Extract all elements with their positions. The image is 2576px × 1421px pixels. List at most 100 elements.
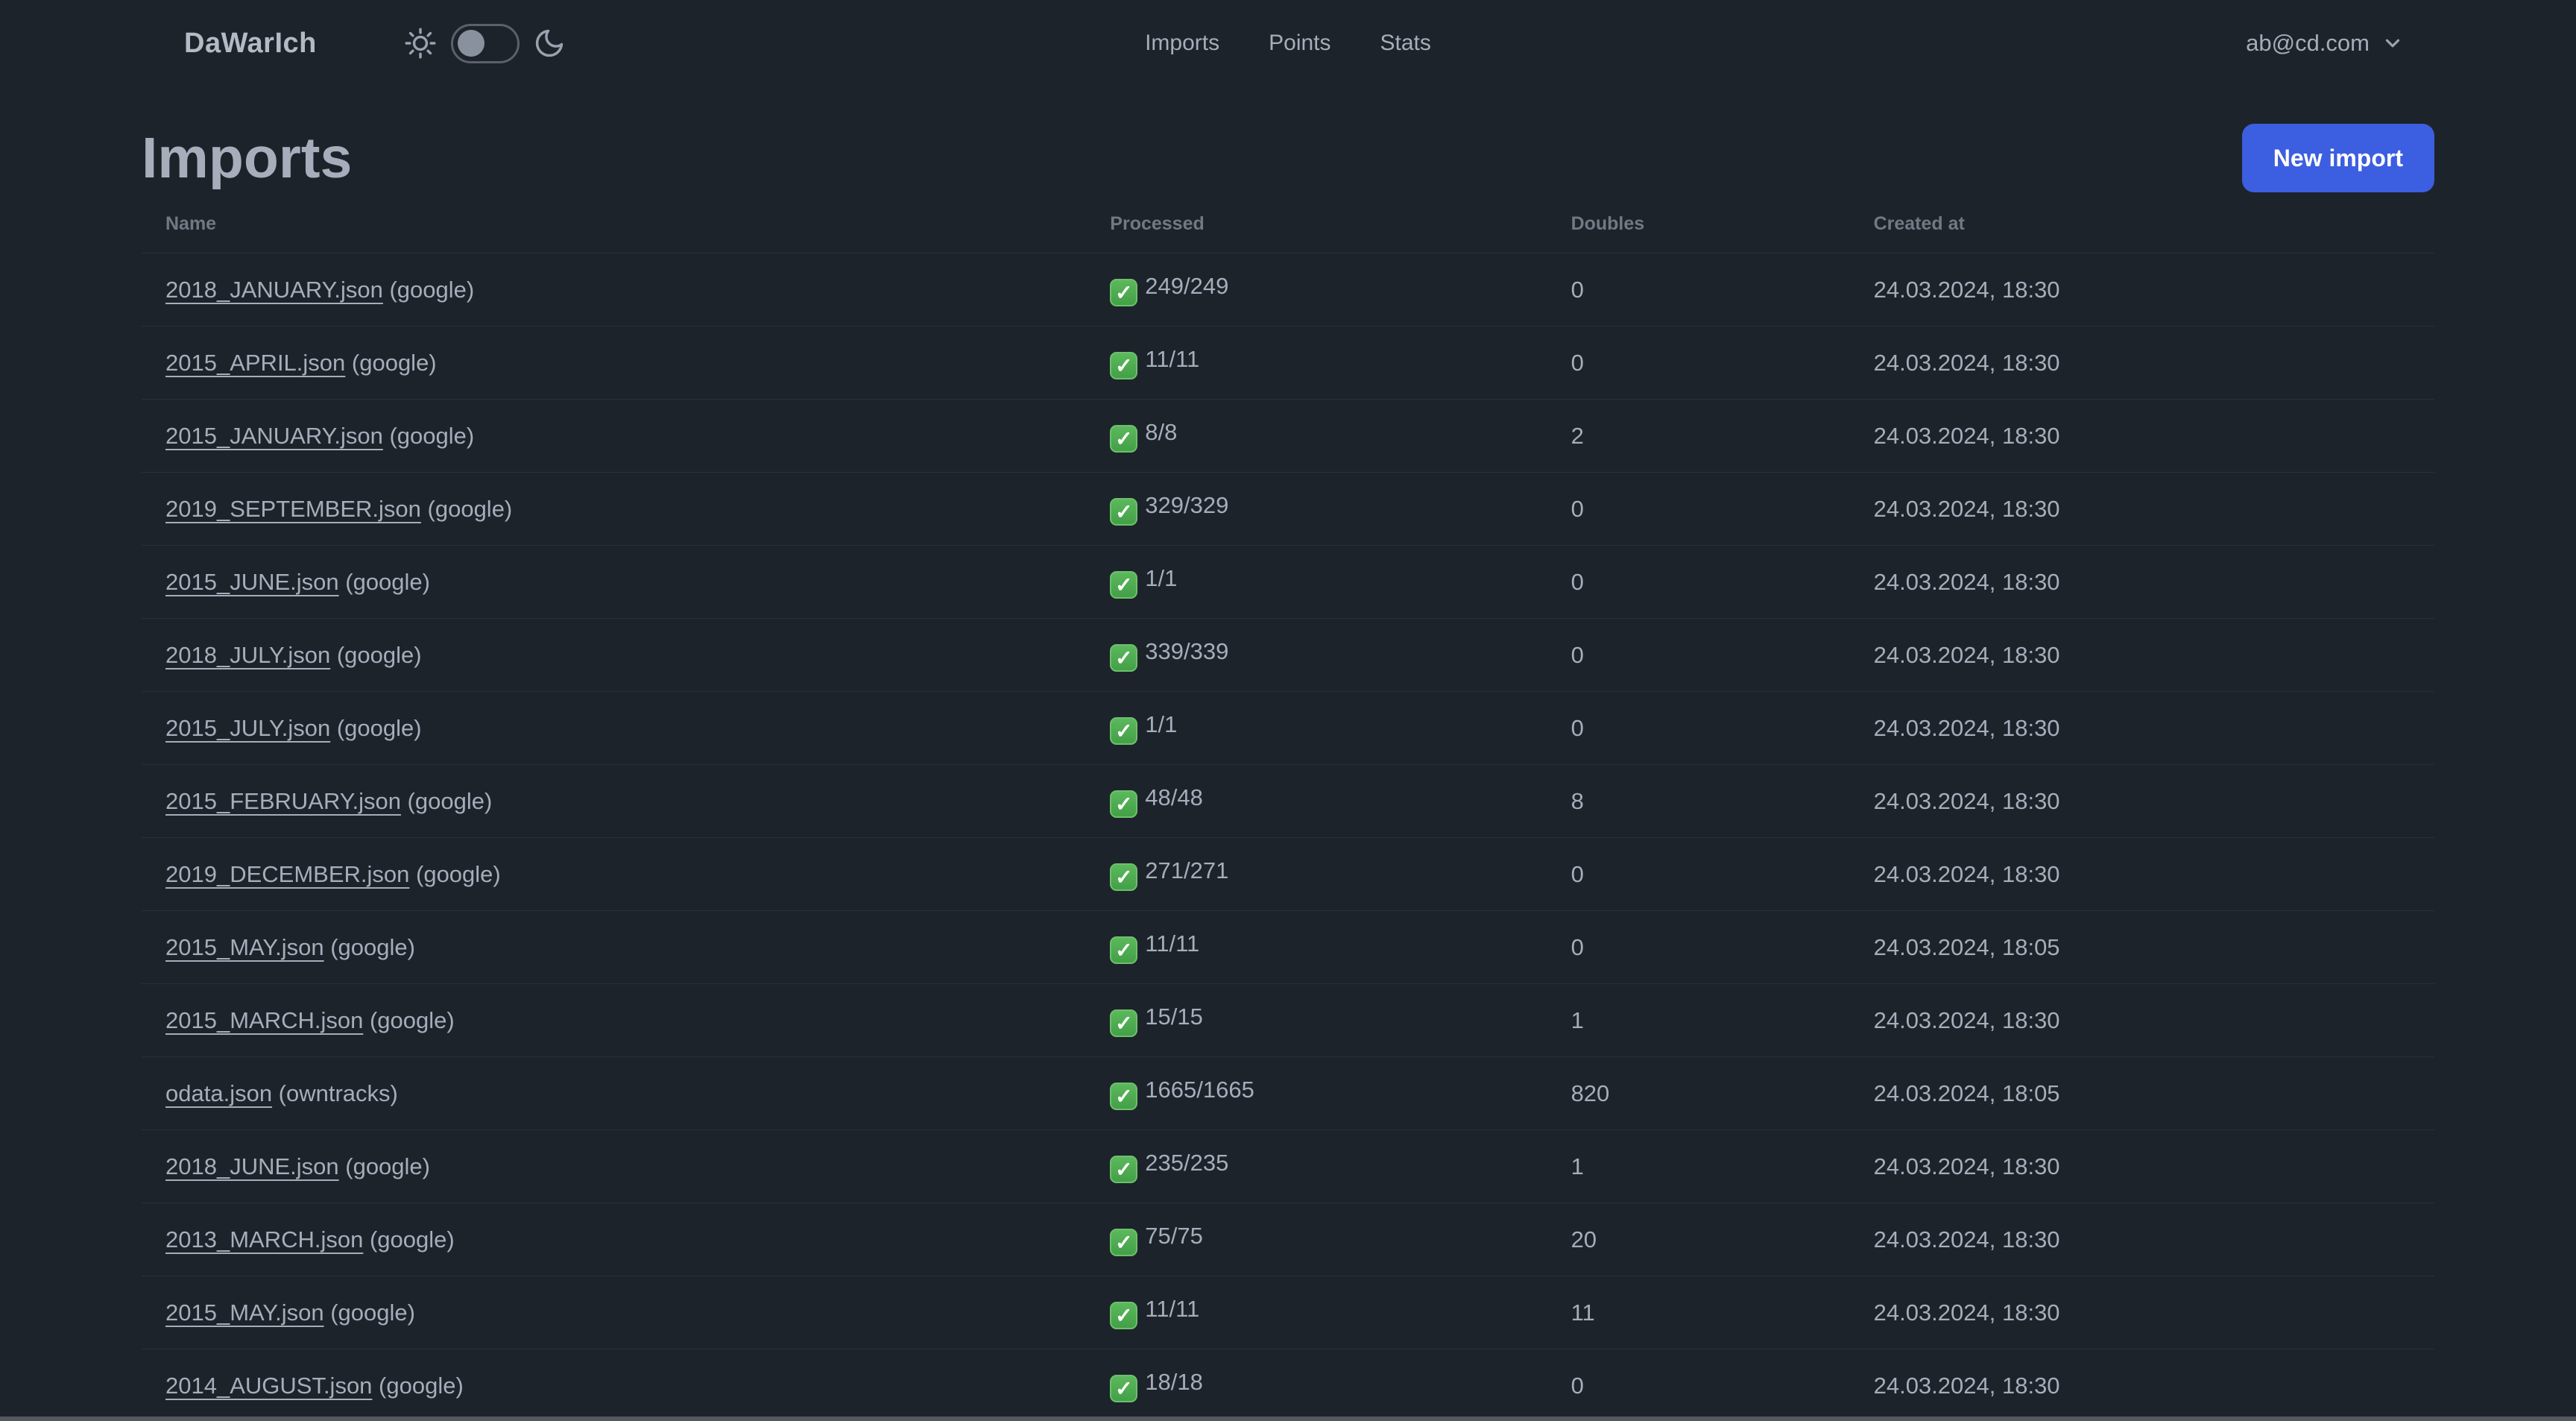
doubles-cell: 0 bbox=[1547, 326, 1850, 400]
doubles-value: 820 bbox=[1570, 1080, 1610, 1106]
doubles-value: 1 bbox=[1570, 1153, 1584, 1179]
processed-check-icon: ✓ bbox=[1110, 1302, 1138, 1329]
import-file-link[interactable]: 2015_MAY.json bbox=[165, 934, 324, 960]
sun-icon bbox=[405, 28, 436, 59]
table-row: 2015_MAY.json (google) ✓ 11/11 0 24.03.20… bbox=[142, 910, 2434, 984]
name-cell: 2015_APRIL.json (google) bbox=[142, 326, 1087, 400]
import-source: (google) bbox=[330, 641, 422, 668]
created-at-cell: 24.03.2024, 18:30 bbox=[1849, 1276, 2434, 1349]
processed-check-icon: ✓ bbox=[1110, 936, 1138, 964]
title-row: Imports New import bbox=[142, 124, 2434, 192]
doubles-cell: 1 bbox=[1547, 1129, 1850, 1203]
created-at-cell: 24.03.2024, 18:30 bbox=[1849, 326, 2434, 400]
table-row: 2018_JULY.json (google) ✓ 339/339 0 24.03… bbox=[142, 618, 2434, 692]
import-file-link[interactable]: 2019_DECEMBER.json bbox=[165, 861, 409, 887]
name-cell: 2015_MAY.json (google) bbox=[142, 1276, 1087, 1349]
import-file-link[interactable]: 2015_MAY.json bbox=[165, 1299, 324, 1326]
processed-check-icon: ✓ bbox=[1110, 863, 1138, 891]
processed-cell: ✓ 15/15 bbox=[1086, 983, 1547, 1057]
created-at-value: 24.03.2024, 18:30 bbox=[1873, 568, 2060, 595]
doubles-value: 0 bbox=[1570, 933, 1584, 960]
created-at-cell: 24.03.2024, 18:30 bbox=[1849, 1203, 2434, 1276]
processed-cell: ✓ 11/11 bbox=[1086, 910, 1547, 984]
doubles-value: 0 bbox=[1570, 641, 1584, 668]
import-file-link[interactable]: 2015_JUNE.json bbox=[165, 569, 339, 595]
import-file-link[interactable]: 2015_JANUARY.json bbox=[165, 423, 383, 449]
processed-cell: ✓ 1/1 bbox=[1086, 545, 1547, 619]
imports-table-body: 2018_JANUARY.json (google) ✓ 249/249 0 24… bbox=[142, 253, 2434, 1421]
processed-cell: ✓ 1665/1665 bbox=[1086, 1056, 1547, 1130]
import-file-link[interactable]: 2015_MARCH.json bbox=[165, 1007, 363, 1033]
import-file-link[interactable]: odata.json bbox=[165, 1080, 272, 1106]
processed-cell: ✓ 11/11 bbox=[1086, 1276, 1547, 1349]
nav-item-imports[interactable]: Imports bbox=[1145, 31, 1219, 56]
processed-value: 11/11 bbox=[1145, 346, 1200, 372]
created-at-value: 24.03.2024, 18:30 bbox=[1873, 1226, 2060, 1253]
name-cell: 2015_JANUARY.json (google) bbox=[142, 399, 1087, 473]
table-row: 2015_JULY.json (google) ✓ 1/1 0 24.03.202… bbox=[142, 691, 2434, 765]
import-file-link[interactable]: 2018_JANUARY.json bbox=[165, 277, 383, 303]
table-row: 2015_FEBRUARY.json (google) ✓ 48/48 8 24.… bbox=[142, 764, 2434, 838]
doubles-cell: 0 bbox=[1547, 545, 1850, 619]
name-cell: 2015_MARCH.json (google) bbox=[142, 983, 1087, 1057]
table-row: 2015_JANUARY.json (google) ✓ 8/8 2 24.03.… bbox=[142, 399, 2434, 473]
doubles-cell: 0 bbox=[1547, 1349, 1850, 1421]
import-file-link[interactable]: 2018_JULY.json bbox=[165, 642, 330, 668]
processed-check-icon: ✓ bbox=[1110, 352, 1138, 379]
doubles-cell: 1 bbox=[1547, 983, 1850, 1057]
app-logo[interactable]: DaWarIch bbox=[184, 28, 317, 60]
doubles-value: 11 bbox=[1570, 1299, 1595, 1326]
doubles-cell: 0 bbox=[1547, 691, 1850, 765]
doubles-cell: 11 bbox=[1547, 1276, 1850, 1349]
name-cell: 2013_MARCH.json (google) bbox=[142, 1203, 1087, 1276]
name-cell: 2019_SEPTEMBER.json (google) bbox=[142, 472, 1087, 546]
import-file-link[interactable]: 2018_JUNE.json bbox=[165, 1153, 339, 1179]
import-file-link[interactable]: 2019_SEPTEMBER.json bbox=[165, 496, 421, 522]
import-file-link[interactable]: 2015_FEBRUARY.json bbox=[165, 788, 401, 814]
import-source: (google) bbox=[382, 276, 475, 303]
doubles-value: 0 bbox=[1570, 860, 1584, 887]
import-file-link[interactable]: 2014_AUGUST.json bbox=[165, 1373, 372, 1399]
table-row: 2015_APRIL.json (google) ✓ 11/11 0 24.03.… bbox=[142, 326, 2434, 400]
processed-check-icon: ✓ bbox=[1110, 571, 1138, 599]
theme-toggle[interactable] bbox=[450, 23, 520, 63]
processed-check-icon: ✓ bbox=[1110, 279, 1138, 306]
processed-check-icon: ✓ bbox=[1110, 644, 1138, 672]
created-at-value: 24.03.2024, 18:30 bbox=[1873, 641, 2060, 668]
name-cell: 2018_JANUARY.json (google) bbox=[142, 253, 1087, 327]
created-at-cell: 24.03.2024, 18:30 bbox=[1849, 764, 2434, 838]
new-import-button[interactable]: New import bbox=[2241, 124, 2434, 192]
processed-cell: ✓ 339/339 bbox=[1086, 618, 1547, 692]
horizontal-scrollbar[interactable] bbox=[0, 1417, 2576, 1421]
processed-value: 1665/1665 bbox=[1145, 1077, 1254, 1103]
column-header-created-at: Created at bbox=[1849, 200, 2434, 253]
processed-value: 1/1 bbox=[1145, 711, 1178, 737]
top-navbar: DaWarIch Imports Points Stats ab@cd.com bbox=[0, 0, 2576, 86]
processed-value: 249/249 bbox=[1145, 273, 1229, 299]
name-cell: 2015_FEBRUARY.json (google) bbox=[142, 764, 1087, 838]
doubles-cell: 8 bbox=[1547, 764, 1850, 838]
theme-toggle-group bbox=[403, 23, 566, 63]
created-at-value: 24.03.2024, 18:05 bbox=[1873, 1080, 2060, 1106]
processed-value: 271/271 bbox=[1145, 857, 1229, 883]
import-file-link[interactable]: 2013_MARCH.json bbox=[165, 1226, 363, 1253]
processed-cell: ✓ 8/8 bbox=[1086, 399, 1547, 473]
processed-value: 15/15 bbox=[1145, 1003, 1203, 1030]
import-source: (google) bbox=[323, 1299, 415, 1326]
import-file-link[interactable]: 2015_APRIL.json bbox=[165, 350, 345, 376]
doubles-cell: 0 bbox=[1547, 253, 1850, 327]
user-menu[interactable]: ab@cd.com bbox=[2246, 30, 2404, 57]
created-at-value: 24.03.2024, 18:30 bbox=[1873, 714, 2060, 741]
doubles-value: 0 bbox=[1570, 714, 1584, 741]
nav-item-points[interactable]: Points bbox=[1269, 31, 1330, 56]
doubles-cell: 20 bbox=[1547, 1203, 1850, 1276]
import-file-link[interactable]: 2015_JULY.json bbox=[165, 715, 330, 741]
import-source: (google) bbox=[338, 1153, 430, 1179]
processed-cell: ✓ 48/48 bbox=[1086, 764, 1547, 838]
main-nav: Imports Points Stats bbox=[1145, 31, 1431, 56]
column-header-name: Name bbox=[142, 200, 1087, 253]
processed-value: 11/11 bbox=[1145, 930, 1200, 957]
processed-check-icon: ✓ bbox=[1110, 717, 1138, 745]
import-source: (google) bbox=[323, 933, 415, 960]
nav-item-stats[interactable]: Stats bbox=[1380, 31, 1431, 56]
